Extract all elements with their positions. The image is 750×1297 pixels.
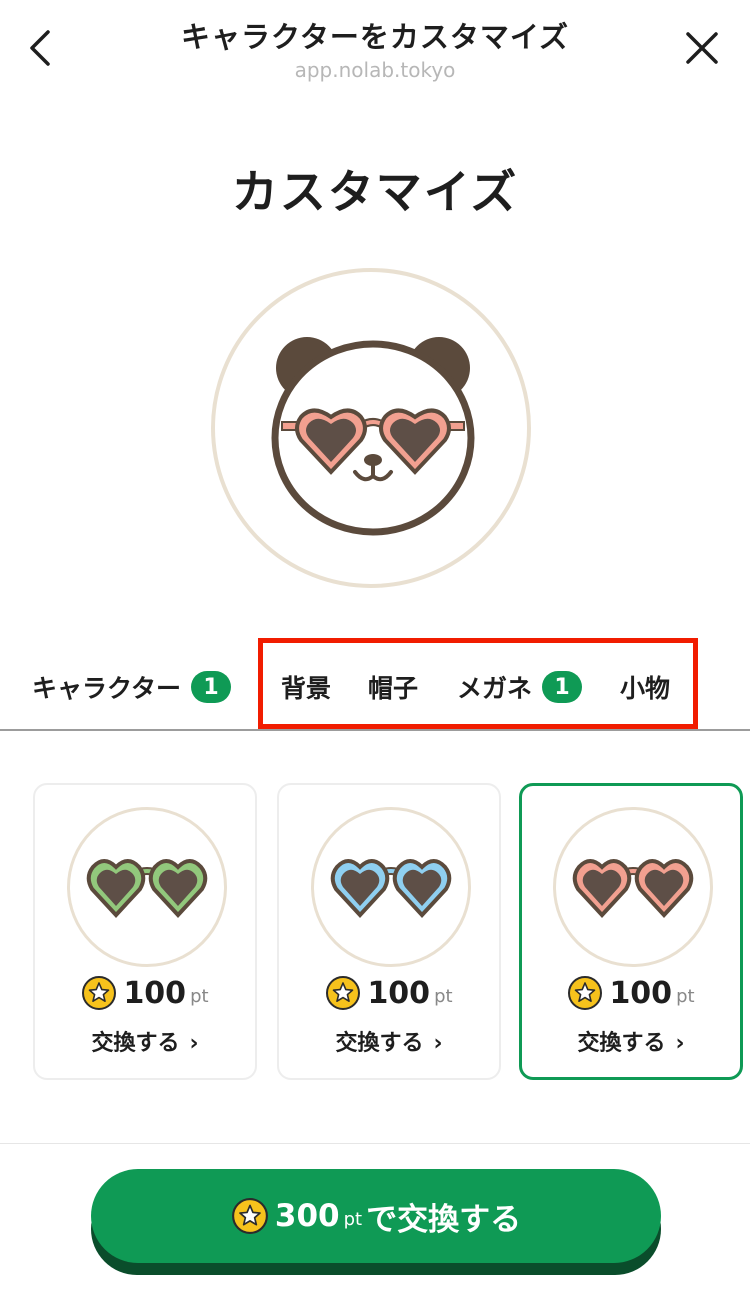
- chevron-right-icon: ›: [675, 1031, 685, 1056]
- price-value: 100: [609, 975, 673, 1011]
- exchange-label: 交換する: [91, 1031, 180, 1056]
- panda-character-icon: [271, 337, 475, 536]
- exchange-link[interactable]: 交換する ›: [35, 1025, 255, 1057]
- price-value: 100: [123, 975, 187, 1011]
- item-card-selected[interactable]: 100 pt 交換する ›: [519, 783, 743, 1080]
- price-unit: pt: [190, 985, 209, 1007]
- cta-unit: pt: [343, 1208, 363, 1230]
- star-coin-icon: [568, 976, 603, 1010]
- close-icon: [686, 32, 718, 64]
- price-row: 100 pt: [522, 975, 740, 1011]
- count-badge: 1: [191, 671, 232, 703]
- price-row: 100 pt: [35, 975, 255, 1011]
- heart-glasses-icon: [86, 859, 208, 918]
- chevron-right-icon: ›: [189, 1031, 199, 1056]
- price-row: 100 pt: [279, 975, 499, 1011]
- chevron-right-icon: ›: [433, 1031, 443, 1056]
- exchange-link[interactable]: 交換する ›: [279, 1025, 499, 1057]
- cta-points: 300: [274, 1198, 340, 1234]
- price-unit: pt: [434, 985, 453, 1007]
- tab-label: キャラクター: [32, 674, 182, 703]
- star-coin-icon: [82, 976, 117, 1010]
- star-coin-icon: [231, 1198, 268, 1234]
- price-value: 100: [367, 975, 431, 1011]
- item-card[interactable]: 100 pt 交換する ›: [277, 783, 501, 1080]
- close-button[interactable]: [680, 26, 724, 70]
- tab-character[interactable]: キャラクター 1: [32, 665, 232, 709]
- page-title: カスタマイズ: [231, 165, 519, 219]
- header-url: app.nolab.tokyo: [294, 58, 456, 82]
- highlight-box: [258, 638, 698, 729]
- exchange-label: 交換する: [577, 1031, 666, 1056]
- exchange-all-button[interactable]: 300 pt で交換する: [91, 1169, 661, 1263]
- exchange-link[interactable]: 交換する ›: [522, 1025, 740, 1057]
- bottom-divider: [0, 1143, 750, 1144]
- item-card[interactable]: 100 pt 交換する ›: [33, 783, 257, 1080]
- cta-label: で交換する: [366, 1201, 522, 1238]
- heart-glasses-icon: [572, 859, 694, 918]
- heart-glasses-icon: [330, 859, 452, 918]
- header-title: キャラクターをカスタマイズ: [181, 20, 569, 54]
- character-preview: [211, 268, 531, 588]
- star-coin-icon: [326, 976, 361, 1010]
- price-unit: pt: [676, 985, 695, 1007]
- tab-divider: [0, 729, 750, 731]
- exchange-label: 交換する: [335, 1031, 424, 1056]
